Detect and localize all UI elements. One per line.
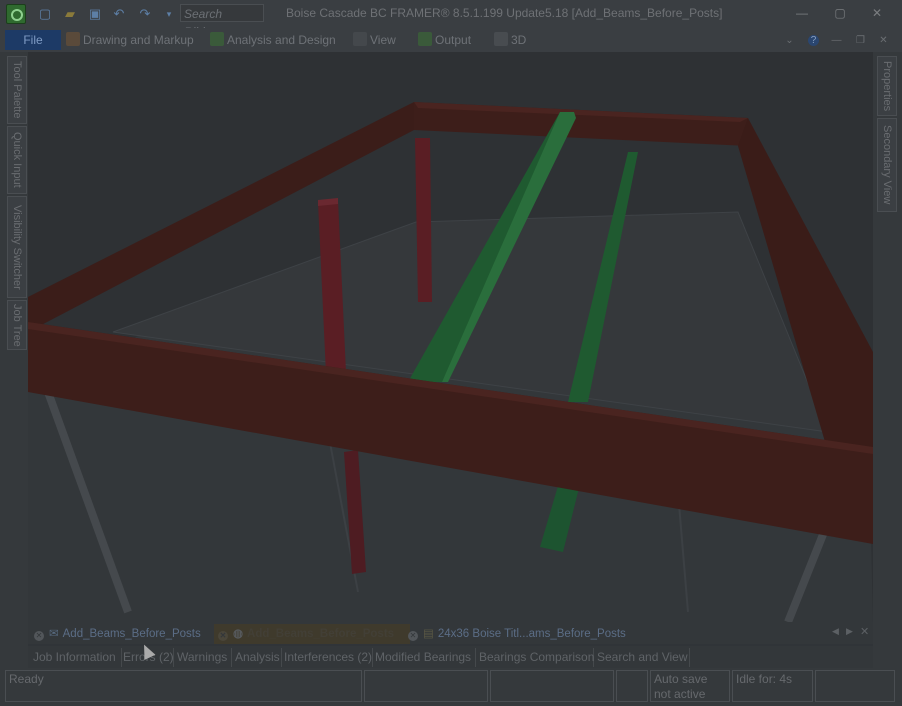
tab-job-tree[interactable]: Job Tree [7, 300, 27, 350]
tab-job-information[interactable]: Job Information [30, 648, 122, 667]
output-panel-tabs: Job Information Errors (2) Warnings Anal… [28, 646, 873, 668]
left-panel-tabs: Tool Palette Quick Input Visibility Swit… [0, 52, 28, 668]
framing-model [28, 102, 873, 622]
tab-warnings[interactable]: Warnings [176, 648, 232, 667]
close-tab-icon[interactable]: ✕ [34, 631, 44, 641]
help-icon[interactable]: ? [808, 35, 819, 46]
undo-icon[interactable]: ↶ [110, 5, 128, 23]
tab-bearings-comparison[interactable]: Bearings Comparison [478, 648, 594, 667]
status-cell [616, 670, 648, 702]
view-icon [353, 32, 367, 46]
3d-view-icon: ◍ [233, 628, 244, 640]
status-idle: Idle for: 4s [732, 670, 813, 702]
new-file-icon[interactable]: ▢ [36, 5, 54, 23]
app-logo-icon[interactable] [6, 4, 26, 24]
tab-tool-palette[interactable]: Tool Palette [7, 56, 27, 124]
right-panel-tabs: Properties Secondary View [873, 52, 902, 668]
drawing-icon [66, 32, 80, 46]
tab-output[interactable]: Output [418, 31, 471, 49]
status-autosave: Auto save not active [650, 670, 730, 702]
tab-visibility-switcher[interactable]: Visibility Switcher [7, 196, 27, 298]
tab-drawing-and-markup[interactable]: Drawing and Markup [66, 31, 194, 49]
tab-view[interactable]: View [353, 31, 396, 49]
customize-toolbar-icon[interactable]: ▾ [160, 5, 178, 23]
tab-secondary-view[interactable]: Secondary View [877, 118, 897, 212]
sheet-icon: ▤ [423, 628, 434, 640]
collapse-ribbon-icon[interactable]: ⌄ [784, 35, 795, 46]
close-tab-icon[interactable]: ✕ [218, 631, 228, 641]
3d-icon [494, 32, 508, 46]
analysis-icon [210, 32, 224, 46]
plan-view-icon: ✉ [49, 628, 59, 640]
doc-minimize-icon[interactable]: — [831, 35, 842, 46]
close-icon[interactable]: ✕ [869, 5, 885, 21]
status-ready: Ready [5, 670, 362, 702]
tab-search-and-view[interactable]: Search and View [596, 648, 690, 667]
maximize-icon[interactable]: ▢ [832, 5, 848, 21]
tab-quick-input[interactable]: Quick Input [7, 126, 27, 194]
window-title: Boise Cascade BC FRAMER® 8.5.1.199 Updat… [286, 6, 723, 20]
doc-tab-plan[interactable]: ✕ ✉ Add_Beams_Before_Posts [32, 624, 212, 644]
scroll-right-icon[interactable]: ▶ [846, 626, 853, 637]
tab-interferences[interactable]: Interferences (2) [283, 648, 373, 667]
close-tab-icon[interactable]: ✕ [408, 631, 418, 641]
tab-modified-bearings[interactable]: Modified Bearings [374, 648, 476, 667]
doc-restore-icon[interactable]: ❐ [855, 35, 866, 46]
save-icon[interactable]: ▣ [86, 5, 104, 23]
status-cell [364, 670, 488, 702]
document-tabs: ✕ ✉ Add_Beams_Before_Posts ✕ ◍ Add_Beams_Bef… [28, 622, 873, 644]
close-all-icon[interactable]: ✕ [860, 625, 869, 638]
status-bar: Ready Auto save not active Idle for: 4s [0, 668, 902, 706]
output-icon [418, 32, 432, 46]
minimize-icon[interactable]: — [794, 5, 810, 21]
tab-analysis[interactable]: Analysis [234, 648, 282, 667]
file-menu-button[interactable]: File [5, 30, 61, 50]
status-cell [815, 670, 895, 702]
redo-icon[interactable]: ↷ [136, 5, 154, 23]
tab-analysis-and-design[interactable]: Analysis and Design [210, 31, 336, 49]
search-ribbon-input[interactable]: Search Ribbon [180, 4, 264, 39]
doc-close-icon[interactable]: ✕ [878, 35, 889, 46]
title-bar: ▢ ▰ ▣ ↶ ↷ ▾ Search Ribbon Boise Cascade … [0, 0, 902, 39]
doc-tab-3d[interactable]: ✕ ◍ Add_Beams_Before_Posts [214, 624, 410, 644]
tab-3d[interactable]: 3D [494, 31, 526, 49]
3d-viewport[interactable] [28, 52, 873, 622]
tab-properties[interactable]: Properties [877, 56, 897, 116]
scroll-left-icon[interactable]: ◀ [832, 626, 839, 637]
open-folder-icon[interactable]: ▰ [61, 5, 79, 23]
ribbon-tabs: File Drawing and Markup Analysis and Des… [0, 28, 902, 53]
status-cell [490, 670, 614, 702]
doc-tab-title-sheet[interactable]: ✕ ▤ 24x36 Boise Titl...ams_Before_Posts [406, 624, 630, 644]
